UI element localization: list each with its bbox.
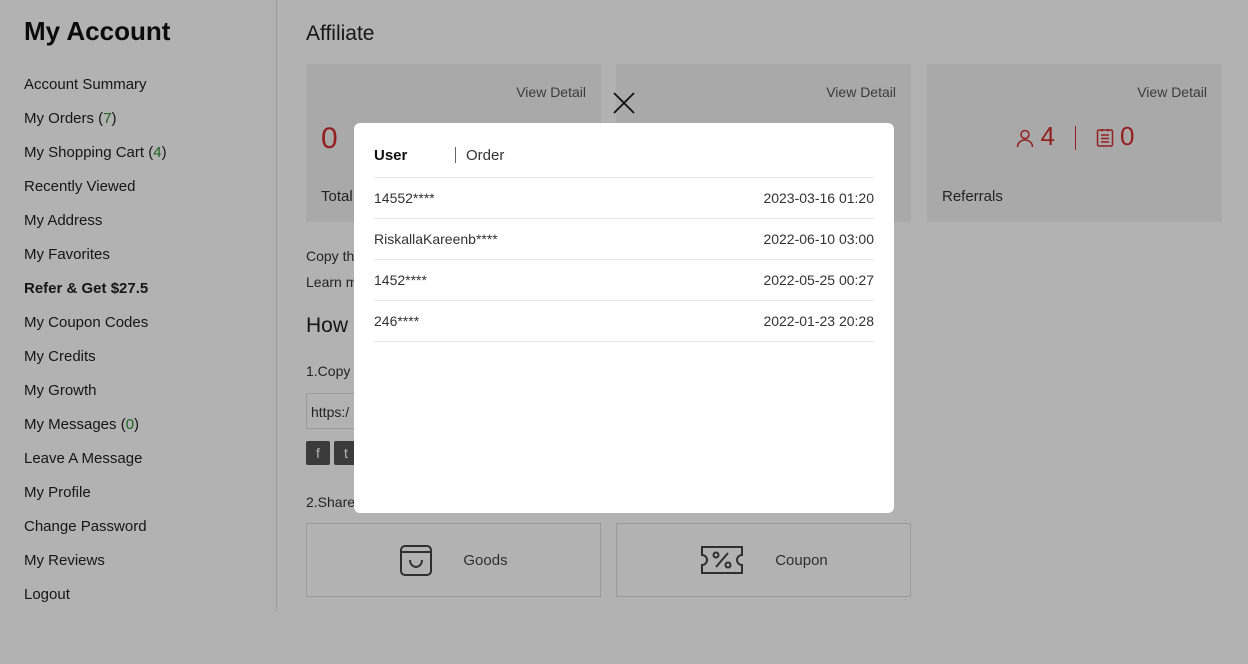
table-row: 246**** 2022-01-23 20:28: [374, 301, 874, 342]
table-row: RiskallaKareenb**** 2022-06-10 03:00: [374, 219, 874, 260]
referral-user-list: 14552**** 2023-03-16 01:20 RiskallaKaree…: [374, 178, 874, 342]
table-row: 1452**** 2022-05-25 00:27: [374, 260, 874, 301]
referral-date: 2022-06-10 03:00: [763, 231, 874, 247]
modal-tabs: User Order: [374, 123, 874, 178]
tab-user[interactable]: User: [374, 147, 407, 164]
referral-modal: User Order 14552**** 2023-03-16 01:20 Ri…: [354, 123, 894, 513]
table-row: 14552**** 2023-03-16 01:20: [374, 178, 874, 219]
referral-username: 1452****: [374, 272, 427, 288]
referral-username: RiskallaKareenb****: [374, 231, 498, 247]
tab-divider: [455, 147, 456, 163]
referral-date: 2022-01-23 20:28: [763, 313, 874, 329]
tab-order[interactable]: Order: [466, 147, 504, 164]
referral-username: 246****: [374, 313, 420, 329]
close-icon[interactable]: [612, 91, 636, 115]
referral-date: 2023-03-16 01:20: [763, 190, 874, 206]
referral-username: 14552****: [374, 190, 435, 206]
referral-date: 2022-05-25 00:27: [763, 272, 874, 288]
